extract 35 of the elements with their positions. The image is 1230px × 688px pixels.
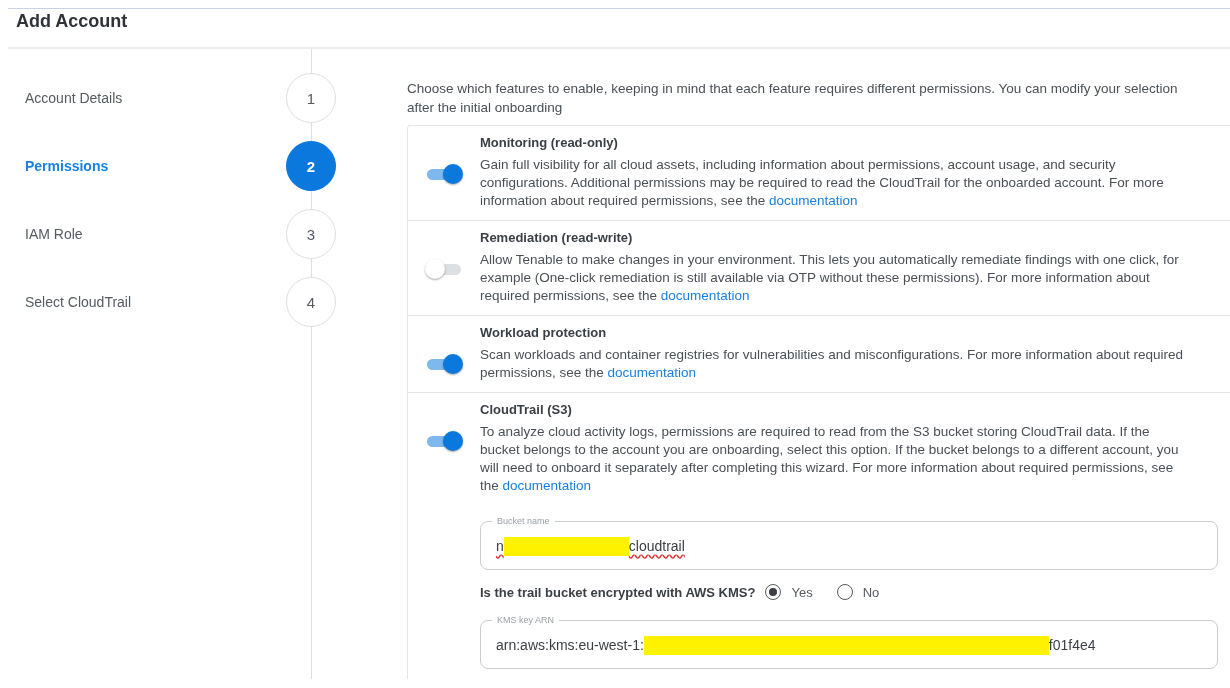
text-field[interactable]: KMS key ARN arn:aws:kms:eu-west-1: f01f4e4	[480, 614, 1218, 669]
feature-title: Monitoring (read-only)	[480, 135, 619, 150]
feature-description: To analyze cloud activity logs, permissions are required to read from the S3 bucket storing CloudTrail data. If the bucket belongs to the account you are onboarding, select this option. If the bucket belongs to a different account, you will need to onboard it separately after completing this wizard. For more information about required permissions, see the documentation	[480, 423, 1180, 495]
step-number: 4	[286, 277, 336, 327]
field-value: arn:aws:kms:eu-west-1: f01f4e4	[496, 635, 1096, 655]
feature-title: Workload protection	[480, 325, 608, 340]
toggle-switch[interactable]	[425, 164, 463, 184]
radio-option[interactable]: No	[836, 584, 880, 600]
documentation-link[interactable]: documentation	[607, 365, 697, 380]
field-label: Bucket name	[492, 515, 555, 527]
step-label[interactable]: Select CloudTrail	[25, 294, 285, 310]
field-value: n cloudtrail	[496, 536, 685, 556]
toggle-switch[interactable]	[425, 431, 463, 451]
feature-description: Scan workloads and container registries for vulnerabilities and misconfigurations. For more information about required permissions, see the documentation	[480, 346, 1185, 382]
step-label[interactable]: Account Details	[25, 90, 285, 106]
documentation-link[interactable]: documentation	[502, 478, 592, 493]
step-number: 1	[286, 73, 336, 123]
step-label[interactable]: Permissions	[25, 158, 285, 174]
question-label: Is the trail bucket encrypted with AWS KMS?	[480, 584, 756, 600]
field-label: KMS key ARN	[492, 614, 559, 626]
documentation-link[interactable]: documentation	[660, 288, 750, 303]
toggle-switch[interactable]	[425, 259, 463, 279]
page-title: Add Account	[16, 11, 128, 32]
step-label[interactable]: IAM Role	[25, 226, 285, 242]
intro-text: Choose which features to enable, keeping in mind that each feature requires different permissions. You can modify your selection after the initial onboarding	[407, 80, 1179, 117]
feature-description: Gain full visibility for all cloud assets, including information about permissions, account usage, and security configurations. Additional permissions may be required to read the CloudTrail for the onboarded account. For more information about required permissions, see the documentation	[480, 156, 1165, 210]
radio-option[interactable]: Yes	[765, 584, 813, 600]
step-number: 3	[286, 209, 336, 259]
text-field[interactable]: Bucket name n cloudtrail	[480, 515, 1218, 570]
toggle-switch[interactable]	[425, 354, 463, 374]
step-number: 2	[286, 141, 336, 191]
feature-title: Remediation (read-write)	[480, 230, 634, 245]
documentation-link[interactable]: documentation	[768, 193, 858, 208]
feature-title: CloudTrail (S3)	[480, 402, 573, 417]
feature-description: Allow Tenable to make changes in your environment. This lets you automatically remediate findings with one click, for example (One-click remediation is still available via OTP without these permissions). For more information about required permissions, see the documentation	[480, 251, 1180, 305]
